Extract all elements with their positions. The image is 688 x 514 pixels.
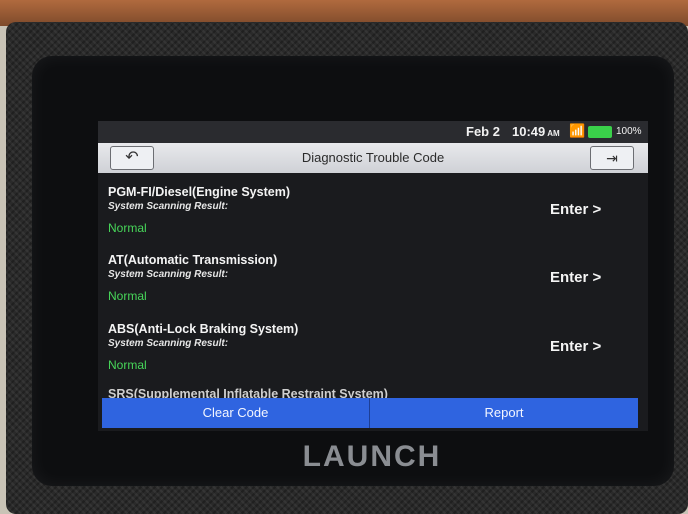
scan-result-label: System Scanning Result:	[108, 338, 229, 349]
battery-level: 100%	[616, 126, 642, 137]
exit-button[interactable]: ⇥	[590, 146, 634, 170]
system-list[interactable]: PGM-FI/Diesel(Engine System) System Scan…	[98, 173, 648, 403]
system-item-engine[interactable]: PGM-FI/Diesel(Engine System) System Scan…	[98, 173, 648, 239]
status-ampm: AM	[547, 129, 560, 138]
enter-button[interactable]: Enter >	[550, 269, 601, 286]
system-name: ABS(Anti-Lock Braking System)	[108, 322, 299, 336]
scan-status: Normal	[108, 358, 147, 372]
title-bar: ↶ Diagnostic Trouble Code ⇥	[98, 143, 648, 173]
device-brand-logo: LAUNCH	[302, 440, 442, 473]
battery-icon	[588, 126, 612, 138]
system-name: PGM-FI/Diesel(Engine System)	[108, 185, 290, 199]
wifi-icon: 📶	[569, 123, 586, 138]
enter-button[interactable]: Enter >	[550, 338, 601, 355]
device-screen: Feb 2 10:49 AM 📶 100% ↶ Diagnostic Troubl…	[98, 121, 648, 431]
enter-button[interactable]: Enter >	[550, 201, 601, 218]
clear-code-button[interactable]: Clear Code	[102, 398, 370, 428]
scan-result-label: System Scanning Result:	[108, 269, 229, 280]
page-title: Diagnostic Trouble Code	[301, 150, 445, 165]
status-bar: Feb 2 10:49 AM 📶 100%	[98, 121, 648, 143]
system-name: AT(Automatic Transmission)	[108, 253, 278, 267]
status-date: Feb 2	[466, 124, 500, 139]
scan-result-label: System Scanning Result:	[108, 201, 229, 212]
report-button[interactable]: Report	[370, 398, 638, 428]
scan-status: Normal	[108, 289, 147, 303]
status-time: 10:49 AM	[512, 124, 560, 139]
system-item-transmission[interactable]: AT(Automatic Transmission) System Scanni…	[98, 241, 648, 307]
system-item-abs[interactable]: ABS(Anti-Lock Braking System) System Sca…	[98, 310, 648, 376]
action-bar: Clear Code Report	[102, 398, 638, 428]
scan-status: Normal	[108, 221, 147, 235]
exit-icon: ⇥	[606, 150, 618, 166]
